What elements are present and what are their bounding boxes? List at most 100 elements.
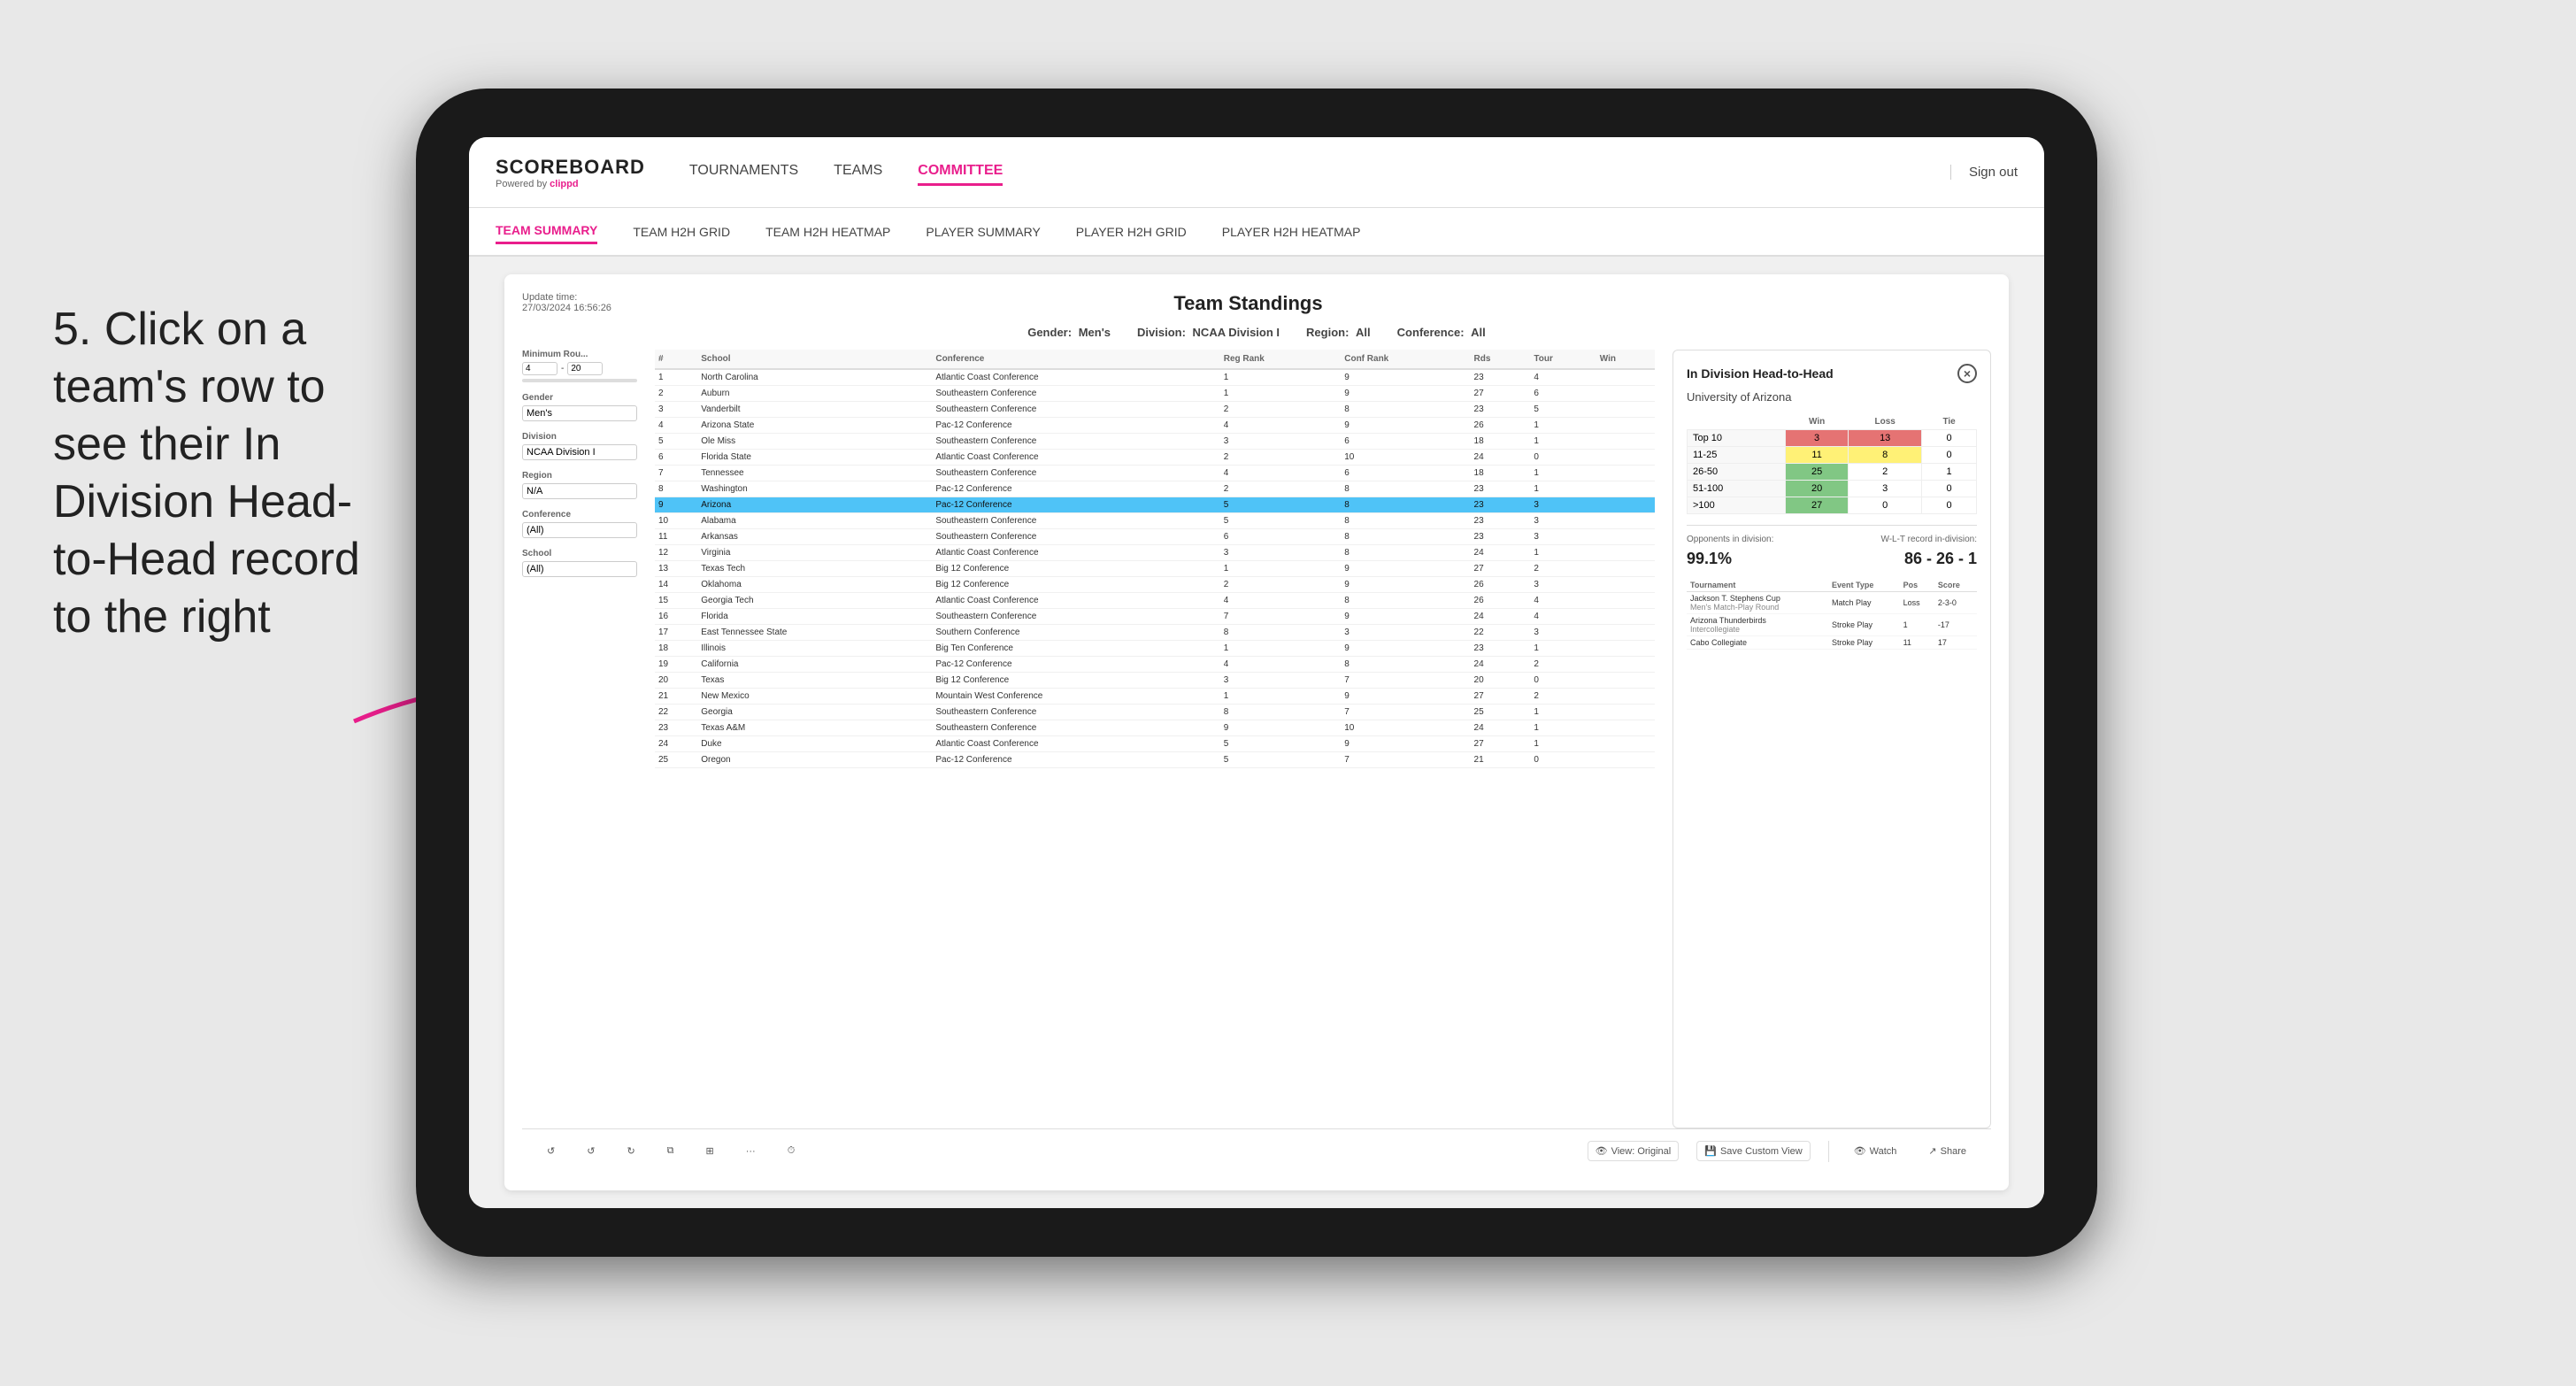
h2h-row-1125[interactable]: 11-25 11 8 0	[1688, 447, 1977, 464]
table-cell: Atlantic Coast Conference	[932, 545, 1219, 561]
table-cell: Atlantic Coast Conference	[932, 736, 1219, 752]
tournament-row[interactable]: Jackson T. Stephens CupMen's Match-Play …	[1687, 592, 1977, 614]
table-row[interactable]: 7TennesseeSoutheastern Conference46181	[655, 466, 1655, 481]
nav-tournaments[interactable]: TOURNAMENTS	[689, 158, 798, 186]
subnav-team-h2h-heatmap[interactable]: TEAM H2H HEATMAP	[765, 220, 890, 243]
gender-select[interactable]: Men's	[522, 405, 637, 421]
table-row[interactable]: 12VirginiaAtlantic Coast Conference38241	[655, 545, 1655, 561]
copy-button[interactable]: ⧉	[660, 1142, 681, 1160]
table-row[interactable]: 1North CarolinaAtlantic Coast Conference…	[655, 369, 1655, 386]
table-row[interactable]: 9ArizonaPac-12 Conference58233	[655, 497, 1655, 513]
nav-items: TOURNAMENTS TEAMS COMMITTEE	[689, 158, 1950, 186]
table-row[interactable]: 21New MexicoMountain West Conference1927…	[655, 689, 1655, 705]
table-cell: 9	[1220, 720, 1342, 736]
table-row[interactable]: 4Arizona StatePac-12 Conference49261	[655, 418, 1655, 434]
table-cell: 5	[1220, 752, 1342, 768]
table-row[interactable]: 5Ole MissSoutheastern Conference36181	[655, 434, 1655, 450]
sign-out-button[interactable]: Sign out	[1950, 165, 2018, 180]
h2h-loss-2650: 2	[1849, 464, 1922, 481]
table-row[interactable]: 17East Tennessee StateSouthern Conferenc…	[655, 625, 1655, 641]
table-cell: 27	[1471, 689, 1531, 705]
paste-button[interactable]: ⊞	[699, 1142, 721, 1160]
min-rounds-input[interactable]	[522, 362, 557, 375]
h2h-row-gt100[interactable]: >100 27 0 0	[1688, 497, 1977, 514]
table-row[interactable]: 22GeorgiaSoutheastern Conference87251	[655, 705, 1655, 720]
subnav-player-h2h-heatmap[interactable]: PLAYER H2H HEATMAP	[1222, 220, 1361, 243]
nav-committee[interactable]: COMMITTEE	[918, 158, 1003, 186]
subnav-team-summary[interactable]: TEAM SUMMARY	[496, 219, 597, 244]
table-row[interactable]: 18IllinoisBig Ten Conference19231	[655, 641, 1655, 657]
table-cell	[1596, 561, 1655, 577]
table-cell	[1596, 450, 1655, 466]
h2h-label-2650: 26-50	[1688, 464, 1786, 481]
table-cell: 1	[655, 369, 697, 386]
h2h-row-51100[interactable]: 51-100 20 3 0	[1688, 481, 1977, 497]
min-rounds-max-input[interactable]	[567, 362, 603, 375]
table-row[interactable]: 8WashingtonPac-12 Conference28231	[655, 481, 1655, 497]
table-cell: 18	[655, 641, 697, 657]
table-cell: Oregon	[697, 752, 932, 768]
table-cell: Alabama	[697, 513, 932, 529]
table-cell: Southern Conference	[932, 625, 1219, 641]
table-row[interactable]: 20TexasBig 12 Conference37200	[655, 673, 1655, 689]
table-cell: Vanderbilt	[697, 402, 932, 418]
subnav-team-h2h-grid[interactable]: TEAM H2H GRID	[633, 220, 730, 243]
table-cell: 15	[655, 593, 697, 609]
h2h-close-button[interactable]: ×	[1957, 364, 1977, 383]
table-cell: 9	[1341, 736, 1470, 752]
share-button[interactable]: ↗ Share	[1921, 1142, 1973, 1160]
conference-select[interactable]: (All)	[522, 522, 637, 538]
table-cell: Southeastern Conference	[932, 386, 1219, 402]
timer-button[interactable]: ⏱	[780, 1142, 803, 1160]
redo-button[interactable]: ↻	[619, 1142, 642, 1160]
watch-button[interactable]: 👁 Watch	[1847, 1142, 1904, 1160]
subnav-player-summary[interactable]: PLAYER SUMMARY	[926, 220, 1040, 243]
school-select[interactable]: (All)	[522, 561, 637, 577]
h2h-row-2650[interactable]: 26-50 25 2 1	[1688, 464, 1977, 481]
table-cell: 5	[1530, 402, 1596, 418]
table-row[interactable]: 6Florida StateAtlantic Coast Conference2…	[655, 450, 1655, 466]
save-custom-button[interactable]: 💾 Save Custom View	[1696, 1141, 1810, 1161]
table-cell: Big 12 Conference	[932, 577, 1219, 593]
card-header: Update time: 27/03/2024 16:56:26 Team St…	[522, 292, 1991, 315]
table-row[interactable]: 25OregonPac-12 Conference57210	[655, 752, 1655, 768]
division-select[interactable]: NCAA Division I	[522, 444, 637, 460]
table-row[interactable]: 3VanderbiltSoutheastern Conference28235	[655, 402, 1655, 418]
nav-teams[interactable]: TEAMS	[834, 158, 882, 186]
table-row[interactable]: 2AuburnSoutheastern Conference19276	[655, 386, 1655, 402]
table-row[interactable]: 13Texas TechBig 12 Conference19272	[655, 561, 1655, 577]
col-school: School	[697, 350, 932, 369]
school-filter: School (All)	[522, 549, 637, 577]
subnav-player-h2h-grid[interactable]: PLAYER H2H GRID	[1076, 220, 1187, 243]
tournament-row[interactable]: Arizona ThunderbirdsIntercollegiate Stro…	[1687, 614, 1977, 636]
table-cell: 25	[1471, 705, 1531, 720]
view-original-button[interactable]: 👁 View: Original	[1588, 1141, 1680, 1161]
table-cell	[1596, 577, 1655, 593]
h2h-row-top10[interactable]: Top 10 3 13 0	[1688, 430, 1977, 447]
filters-row: Gender: Men's Division: NCAA Division I …	[522, 326, 1991, 339]
table-row[interactable]: 16FloridaSoutheastern Conference79244	[655, 609, 1655, 625]
table-row[interactable]: 14OklahomaBig 12 Conference29263	[655, 577, 1655, 593]
table-cell: Southeastern Conference	[932, 529, 1219, 545]
min-rounds-slider[interactable]	[522, 379, 637, 382]
tournament-row[interactable]: Cabo Collegiate Stroke Play 11 17	[1687, 636, 1977, 650]
undo-button[interactable]: ↺	[540, 1142, 562, 1160]
table-cell: 23	[655, 720, 697, 736]
table-cell: 8	[1341, 513, 1470, 529]
region-select[interactable]: N/A	[522, 483, 637, 499]
table-row[interactable]: 23Texas A&MSoutheastern Conference910241	[655, 720, 1655, 736]
table-row[interactable]: 11ArkansasSoutheastern Conference68233	[655, 529, 1655, 545]
table-cell: 4	[1530, 593, 1596, 609]
table-cell: 10	[1341, 450, 1470, 466]
table-cell: 8	[1341, 593, 1470, 609]
table-row[interactable]: 19CaliforniaPac-12 Conference48242	[655, 657, 1655, 673]
table-row[interactable]: 10AlabamaSoutheastern Conference58233	[655, 513, 1655, 529]
table-cell: 5	[1220, 736, 1342, 752]
table-row[interactable]: 15Georgia TechAtlantic Coast Conference4…	[655, 593, 1655, 609]
table-cell: 26	[1471, 418, 1531, 434]
table-row[interactable]: 24DukeAtlantic Coast Conference59271	[655, 736, 1655, 752]
more-button[interactable]: ···	[739, 1143, 763, 1160]
undo2-button[interactable]: ↺	[580, 1142, 602, 1160]
table-cell: 12	[655, 545, 697, 561]
record-row: 99.1% 86 - 26 - 1	[1687, 550, 1977, 568]
